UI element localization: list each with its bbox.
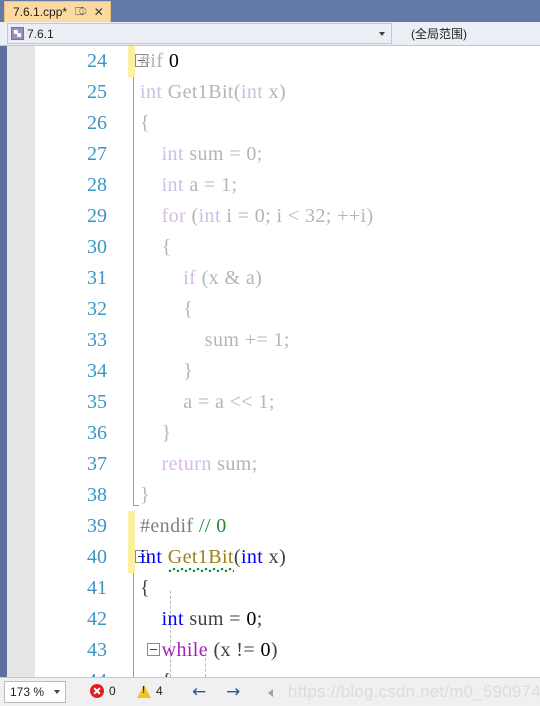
line-number: 29	[87, 205, 107, 227]
code-line-text: return sum;	[140, 453, 258, 475]
line-number: 42	[87, 608, 107, 630]
code-line[interactable]: 38 }	[35, 480, 540, 511]
code-line-text: #if 0	[140, 50, 180, 72]
change-bar	[128, 542, 135, 573]
code-line-text: }	[140, 422, 172, 444]
line-number: 28	[87, 174, 107, 196]
code-line-text: }	[140, 360, 194, 382]
code-line[interactable]: 39 #endif // 0	[35, 511, 540, 542]
code-text-area[interactable]: 24 #if 0 25 int Get1Bit(int x) 26 { 27 i…	[35, 46, 540, 677]
change-bar	[128, 511, 135, 542]
code-line[interactable]: 32 {	[35, 294, 540, 325]
code-line[interactable]: 43 while (x != 0)	[35, 635, 540, 666]
line-number: 25	[87, 81, 107, 103]
code-line[interactable]: 35 a = a << 1;	[35, 387, 540, 418]
code-line-text: int sum = 0;	[140, 143, 263, 165]
chevron-down-icon[interactable]	[379, 31, 385, 36]
navigate-forward-icon[interactable]: →	[226, 683, 240, 702]
code-line[interactable]: 24 #if 0	[35, 46, 540, 77]
member-scope-value: (全局范围)	[411, 27, 467, 41]
selection-margin[interactable]	[7, 46, 35, 677]
code-line-text: {	[140, 112, 150, 134]
line-number: 34	[87, 360, 107, 382]
member-scope-dropdown[interactable]: (全局范围)	[397, 23, 540, 44]
line-number: 26	[87, 112, 107, 134]
visual-studio-editor-window: 7.6.1.cpp* ⎄ ✕ 7.6.1 (全局范围) 24 #if 0 25 …	[0, 0, 540, 706]
line-number: 44	[35, 666, 107, 677]
warning-count-indicator[interactable]: 4	[137, 684, 163, 698]
line-number: 40	[87, 546, 107, 568]
code-line[interactable]: 27 int sum = 0;	[35, 139, 540, 170]
line-number: 33	[87, 329, 107, 351]
navigate-backward-icon[interactable]: ←	[192, 683, 206, 702]
code-line[interactable]: 34 }	[35, 356, 540, 387]
line-number: 41	[87, 577, 107, 599]
line-number: 38	[87, 484, 107, 506]
code-line[interactable]: 37 return sum;	[35, 449, 540, 480]
code-line-text: #endif // 0	[140, 515, 227, 537]
code-line[interactable]: 29 for (int i = 0; i < 32; ++i)	[35, 201, 540, 232]
chevron-down-icon[interactable]	[54, 690, 60, 694]
code-line[interactable]: 36 }	[35, 418, 540, 449]
editor-tab-7-6-1-cpp[interactable]: 7.6.1.cpp* ⎄ ✕	[4, 1, 111, 22]
tab-strip: 7.6.1.cpp* ⎄ ✕	[0, 0, 540, 22]
code-line-text: int a = 1;	[140, 174, 238, 196]
code-line-text: while (x != 0)	[140, 639, 278, 661]
code-line[interactable]: 41 {	[35, 573, 540, 604]
line-number: 36	[87, 422, 107, 444]
code-line-text: for (int i = 0; i < 32; ++i)	[140, 205, 374, 227]
code-line-text: {	[140, 236, 172, 258]
code-line-text: sum += 1;	[140, 329, 290, 351]
zoom-level-dropdown[interactable]: 173 %	[4, 681, 66, 703]
code-line[interactable]: 25 int Get1Bit(int x)	[35, 77, 540, 108]
zoom-level-value: 173 %	[10, 685, 45, 699]
navigation-bar: 7.6.1 (全局范围)	[0, 22, 540, 46]
code-line-text: {	[140, 298, 194, 320]
watermark-url: https://blog.csdn.net/m0_59097423	[288, 682, 540, 701]
code-line[interactable]: 30 {	[35, 232, 540, 263]
code-line[interactable]: 28 int a = 1;	[35, 170, 540, 201]
code-line[interactable]: 44 {	[35, 666, 540, 677]
error-icon	[90, 684, 104, 698]
code-line-text: }	[140, 484, 150, 506]
code-line[interactable]: 42 int sum = 0;	[35, 604, 540, 635]
caret-left-icon[interactable]	[268, 689, 273, 697]
code-line[interactable]: 40 int Get1Bit(int x)	[35, 542, 540, 573]
code-line-text: int Get1Bit(int x)	[140, 542, 286, 573]
error-squiggle-get1bit: Get1Bit	[167, 542, 235, 573]
line-number: 39	[87, 515, 107, 537]
warning-count: 4	[156, 684, 163, 698]
error-count-indicator[interactable]: 0	[90, 684, 116, 698]
line-number: 27	[87, 143, 107, 165]
tab-label: 7.6.1.cpp*	[13, 5, 68, 19]
change-bar	[128, 46, 135, 77]
editor-edge-strip	[0, 46, 7, 677]
line-number: 31	[87, 267, 107, 289]
code-line-text: {	[140, 666, 172, 677]
error-count: 0	[109, 684, 116, 698]
project-scope-value: 7.6.1	[27, 26, 54, 41]
warning-icon	[137, 684, 151, 698]
code-line-text: a = a << 1;	[140, 391, 275, 413]
line-number: 37	[87, 453, 107, 475]
project-icon	[11, 27, 24, 40]
code-line-text: int sum = 0;	[140, 608, 263, 630]
code-editor[interactable]: 24 #if 0 25 int Get1Bit(int x) 26 { 27 i…	[0, 46, 540, 677]
line-number: 32	[87, 298, 107, 320]
line-number: 30	[87, 236, 107, 258]
project-scope-dropdown[interactable]: 7.6.1	[7, 23, 392, 44]
code-line-text: {	[140, 577, 150, 599]
pin-icon[interactable]: ⎄	[75, 6, 87, 18]
code-line[interactable]: 33 sum += 1;	[35, 325, 540, 356]
code-line[interactable]: 31 if (x & a)	[35, 263, 540, 294]
status-bar: 173 % 0 4 ← → https://blog.csdn.net/m0_5…	[0, 677, 540, 706]
close-icon[interactable]: ✕	[94, 6, 104, 18]
line-number: 24	[87, 50, 107, 72]
line-number: 35	[87, 391, 107, 413]
code-line-text: if (x & a)	[140, 267, 263, 289]
code-line[interactable]: 26 {	[35, 108, 540, 139]
line-number: 43	[87, 639, 107, 661]
code-line-text: int Get1Bit(int x)	[140, 81, 287, 103]
